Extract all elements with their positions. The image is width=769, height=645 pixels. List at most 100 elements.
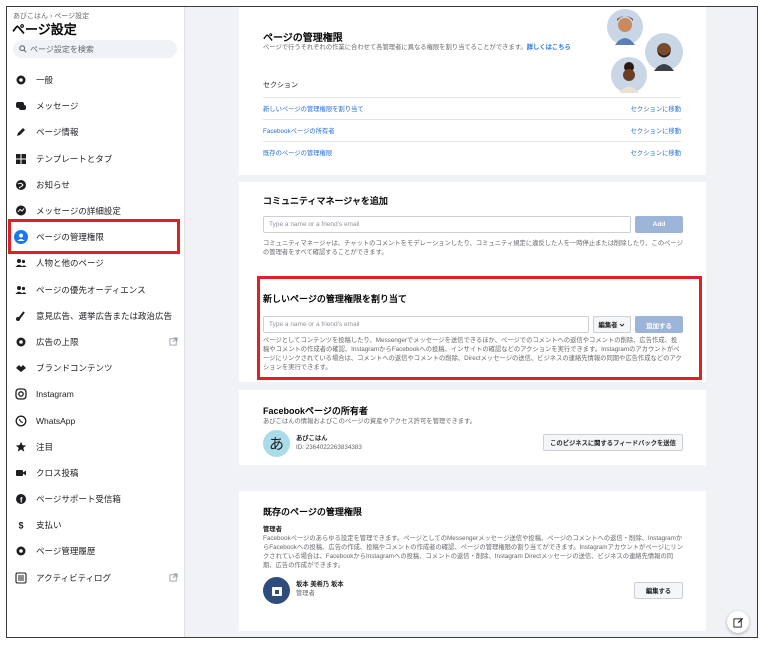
sidebar-item-label: 人物と他のページ [36,258,104,269]
dollar-icon: $ [14,518,28,532]
sidebar-item-page-history[interactable]: ページ管理履歴 [7,538,185,564]
owner-name[interactable]: あびこはん [296,434,327,443]
avatar-illustration-1 [607,9,643,45]
search-icon [19,45,27,53]
search-input[interactable]: ページ設定を検索 [13,40,177,58]
section-row-action[interactable]: セクションに移動 [631,148,681,157]
sidebar-item-label: アクティビティログ [36,572,112,583]
highlight-box-sidebar [8,219,180,254]
sidebar-item-label: メッセージ [36,101,79,112]
video-camera-icon [14,466,28,480]
sidebar-item-label: 意見広告、選挙広告または政治広告 [36,310,173,321]
admin-name[interactable]: 坂本 美希乃 坂本 [296,580,344,589]
highlight-box-main [257,276,702,380]
sidebar-item-templates[interactable]: テンプレートとタブ [7,146,185,172]
sidebar-item-label: ページの優先オーディエンス [36,284,146,295]
avatar [263,577,290,604]
sidebar-item-page-info[interactable]: ページ情報 [7,119,185,145]
svg-text:$: $ [18,521,23,531]
sidebar-item-label: メッセージの詳細設定 [36,206,121,217]
section-row[interactable]: Facebookページの所有者 セクションに移動 [263,119,681,141]
avatar-illustration-2 [645,33,683,71]
section-row[interactable]: 新しいページの管理権限を割り当て セクションに移動 [263,97,681,119]
sidebar-item-crossposting[interactable]: クロス投稿 [7,460,185,486]
messenger-icon [14,204,28,218]
section-row-action[interactable]: セクションに移動 [631,126,681,135]
section-row[interactable]: 既存のページの管理権限 セクションに移動 [263,141,681,163]
sidebar-item-label: ページ管理履歴 [36,546,96,557]
avatar-illustration-3 [611,57,647,93]
sidebar-item-whatsapp[interactable]: WhatsApp [7,407,185,433]
sidebar-item-label: クロス投稿 [36,467,79,478]
audience-icon [14,283,28,297]
section-row-label[interactable]: 既存のページの管理権限 [263,148,332,157]
external-link-icon [169,337,178,348]
page-roles-desc: ページで行うそれぞれの作業に合わせて各管理者に異なる権限を割り当てることができま… [263,44,571,51]
compose-button[interactable] [727,611,749,633]
sidebar: あびこはん › ページ設定 ページ設定 ページ設定を検索 一般 メッセージ ペー… [7,7,185,637]
people-icon [14,256,28,270]
sidebar-item-payments[interactable]: $ 支払い [7,512,185,538]
gear-icon [14,335,28,349]
existing-roles-card: 既存のページの管理権限 管理者 Facebookページのあらゆる設定を管理できま… [239,491,706,631]
app-window: あびこはん › ページ設定 ページ設定 ページ設定を検索 一般 メッセージ ペー… [6,6,758,638]
grid-icon [14,152,28,166]
chat-bubbles-icon [14,99,28,113]
section-row-label[interactable]: 新しいページの管理権限を割り当て [263,104,364,113]
page-roles-card: ページの管理権限 ページで行うそれぞれの作業に合わせて各管理者に異なる権限を割り… [239,7,706,175]
sidebar-item-people-and-pages[interactable]: 人物と他のページ [7,250,185,276]
edit-button[interactable]: 編集する [634,582,683,599]
sidebar-title: ページ設定 [12,22,77,37]
avatar: あ [263,430,290,457]
handshake-icon [14,361,28,375]
sidebar-item-label: 支払い [36,520,62,531]
sidebar-item-preferred-audience[interactable]: ページの優先オーディエンス [7,277,185,303]
sidebar-item-label: テンプレートとタブ [36,153,113,164]
sidebar-item-label: お知らせ [36,179,70,190]
sidebar-item-support-inbox[interactable]: f ページサポート受信箱 [7,486,185,512]
pencil-icon [14,125,28,139]
sidebar-item-activity-log[interactable]: アクティビティログ [7,565,185,591]
sidebar-item-label: 注目 [36,441,54,452]
page-owner-card: Facebookページの所有者 あびこはんの情報およびこのページの資産やアクセス… [239,390,706,465]
community-manager-card: コミュニティマネージャを追加 Type a name or a friend's… [239,182,706,272]
external-link-icon [169,573,178,584]
sidebar-item-general[interactable]: 一般 [7,67,185,93]
sidebar-item-label: ブランドコンテンツ [36,363,113,374]
section-row-action[interactable]: セクションに移動 [631,104,681,113]
sidebar-item-political-ads[interactable]: 意見広告、選挙広告または政治広告 [7,303,185,329]
sidebar-item-label: ページサポート受信箱 [36,494,121,505]
instagram-icon [14,387,28,401]
sidebar-item-branded-content[interactable]: ブランドコンテンツ [7,355,185,381]
globe-icon [14,178,28,192]
sidebar-item-label: ページ情報 [36,127,79,138]
section-row-label[interactable]: Facebookページの所有者 [263,126,335,135]
sidebar-item-label: WhatsApp [36,415,76,426]
sidebar-item-featured[interactable]: 注目 [7,434,185,460]
community-manager-desc: コミュニティマネージャは、チャットのコメントをモデレーションしたり、コミュニティ… [263,240,683,256]
megaphone-icon [14,309,28,323]
sidebar-item-messages[interactable]: メッセージ [7,93,185,119]
search-placeholder: ページ設定を検索 [30,44,94,54]
list-icon [14,571,28,585]
sidebar-item-notifications[interactable]: お知らせ [7,172,185,198]
add-community-manager-button[interactable]: Add [635,216,683,233]
facebook-icon: f [14,492,28,506]
learn-more-link[interactable]: 詳しくはこちら [527,44,571,51]
gear-icon [14,73,28,87]
sidebar-item-instagram[interactable]: Instagram [7,381,185,407]
section-label: セクション [263,82,298,89]
sidebar-item-ad-limits[interactable]: 広告の上限 [7,329,185,355]
page-roles-title: ページの管理権限 [263,33,343,44]
feedback-button[interactable]: このビジネスに関するフィードバックを送信 [543,434,683,451]
pencil-square-icon [732,617,743,628]
gear-icon [14,544,28,558]
page-owner-title: Facebookページの所有者 [263,406,368,416]
sidebar-item-label: Instagram [36,389,74,400]
sidebar-menu: 一般 メッセージ ページ情報 テンプレートとタブ お知らせ メッセージの詳細設定 [7,67,185,591]
community-manager-title: コミュニティマネージャを追加 [263,196,388,206]
community-manager-input[interactable]: Type a name or a friend's email [263,216,631,233]
role-title: 管理者 [263,526,282,533]
whatsapp-icon [14,414,28,428]
sidebar-item-label: 一般 [36,75,54,86]
